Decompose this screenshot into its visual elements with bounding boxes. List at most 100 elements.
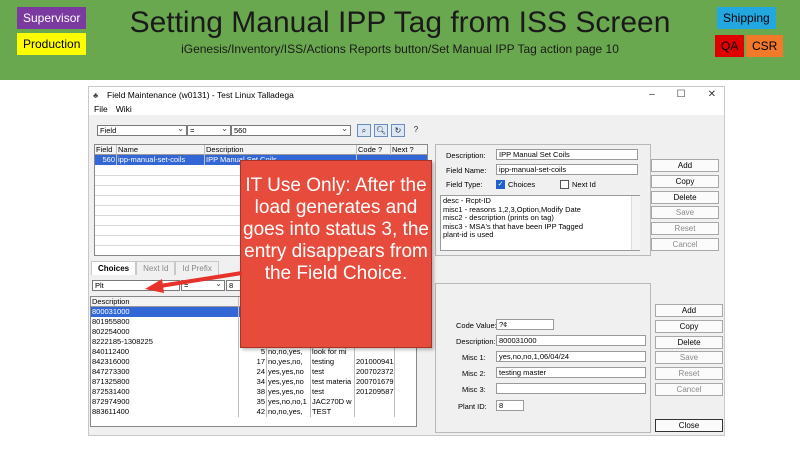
- filter-operator-select[interactable]: =: [187, 125, 231, 136]
- shipping-tag: Shipping: [717, 7, 776, 29]
- memo-scrollbar[interactable]: [631, 196, 640, 250]
- choice-save-button[interactable]: Save: [655, 351, 723, 364]
- choice-cell-num: 24: [239, 367, 267, 377]
- choice-cell-date: 201209587: [356, 387, 395, 397]
- misc1-label: Misc 1:: [462, 353, 486, 362]
- table-row[interactable]: 840112400 5 no,no,yes, look for mi: [91, 347, 416, 357]
- menu-file[interactable]: File: [94, 104, 108, 114]
- filter-field-select[interactable]: Field: [97, 125, 187, 136]
- choice-cell-misc2: TEST: [311, 407, 355, 417]
- next-id-checkbox[interactable]: [560, 180, 569, 189]
- choice-cell-misc1: no,no,yes,: [267, 407, 311, 417]
- col-choice-description[interactable]: Description: [91, 297, 239, 307]
- table-row[interactable]: 871325800 34 yes,yes,no test materia 2007016…: [91, 377, 416, 387]
- tab-id-prefix[interactable]: Id Prefix: [175, 261, 219, 275]
- menu-wiki[interactable]: Wiki: [116, 104, 132, 114]
- minimize-icon[interactable]: –: [649, 89, 655, 100]
- search-icon[interactable]: 🔍︎: [374, 124, 388, 137]
- choice-cell-misc1: yes,yes,no: [267, 377, 311, 387]
- choices-checkbox[interactable]: ✓: [496, 180, 505, 189]
- col-name[interactable]: Name: [117, 145, 205, 155]
- tab-next-id[interactable]: Next Id: [136, 261, 176, 275]
- choice-cell-misc1: yes,yes,no: [267, 387, 311, 397]
- window-title: Field Maintenance (w0131) - Test Linux T…: [107, 90, 294, 100]
- cancel-button[interactable]: Cancel: [651, 238, 719, 251]
- detail-tabs: Choices Next Id Id Prefix: [91, 261, 219, 275]
- misc2-label: Misc 2:: [462, 369, 486, 378]
- plant-id-label: Plant ID:: [458, 402, 487, 411]
- field-name-field[interactable]: ipp-manual-set-coils: [496, 164, 638, 175]
- choice-cell-misc1: yes,yes,no: [267, 367, 311, 377]
- choice-cell-desc: 842316000: [91, 357, 239, 367]
- choice-cell-num: 5: [239, 347, 267, 357]
- tab-choices[interactable]: Choices: [91, 261, 137, 275]
- choice-delete-button[interactable]: Delete: [655, 336, 723, 349]
- choice-cell-date: 201000941: [356, 357, 395, 367]
- table-row[interactable]: 847273300 24 yes,yes,no test 200702372: [91, 367, 416, 377]
- it-use-callout: IT Use Only: After the load generates an…: [240, 160, 432, 348]
- copy-button[interactable]: Copy: [651, 175, 719, 188]
- filter-value-input[interactable]: 560: [231, 125, 351, 136]
- choice-filter-operator-select[interactable]: =: [181, 280, 225, 291]
- choice-filter-field-select[interactable]: Plt: [92, 280, 180, 291]
- table-row[interactable]: 872531400 38 yes,yes,no test 201209587: [91, 387, 416, 397]
- choice-cell-desc: 872974900: [91, 397, 239, 407]
- binoculars-icon[interactable]: ⌕: [357, 124, 371, 137]
- choice-cell-misc1: no,no,yes,: [267, 347, 311, 357]
- choice-cell-misc2: look for mi: [311, 347, 355, 357]
- code-value-field[interactable]: ?¢: [496, 319, 554, 330]
- choice-cell-misc2: test: [311, 367, 355, 377]
- misc3-field[interactable]: [496, 383, 646, 394]
- field-type-label: Field Type:: [446, 180, 483, 189]
- plant-id-field[interactable]: 8: [496, 400, 524, 411]
- choice-cell-date: [355, 397, 395, 407]
- choice-cell-misc2: testing: [311, 357, 355, 367]
- table-row[interactable]: 842316000 17 no,yes,no, testing 201000941: [91, 357, 416, 367]
- choice-cell-desc: 801955800: [91, 317, 239, 327]
- choice-cell-num: 38: [239, 387, 267, 397]
- col-next[interactable]: Next ?: [391, 145, 427, 155]
- col-description[interactable]: Description: [205, 145, 357, 155]
- choice-cell-desc: 847273300: [91, 367, 239, 377]
- choice-cancel-button[interactable]: Cancel: [655, 383, 723, 396]
- choice-cell-desc: 8222185-1308225: [91, 337, 239, 347]
- field-notes-memo[interactable]: desc - Rcpt-ID misc1 - reasons 1,2,3,Opt…: [440, 195, 640, 251]
- table-row[interactable]: 883611400 42 no,no,yes, TEST: [91, 407, 416, 417]
- misc2-field[interactable]: testing master: [496, 367, 646, 378]
- refresh-icon[interactable]: ↻: [391, 124, 405, 137]
- csr-tag: CSR: [746, 35, 784, 57]
- choice-copy-button[interactable]: Copy: [655, 320, 723, 333]
- maximize-icon[interactable]: ☐: [677, 89, 686, 100]
- reset-button[interactable]: Reset: [651, 222, 719, 235]
- choice-cell-misc2: test materia: [311, 377, 355, 387]
- choice-cell-desc: 871325800: [91, 377, 239, 387]
- choice-add-button[interactable]: Add: [655, 304, 723, 317]
- app-icon: ♣: [93, 91, 99, 100]
- choice-cell-misc2: test: [311, 387, 355, 397]
- delete-button[interactable]: Delete: [651, 191, 719, 204]
- window-titlebar: ♣ Field Maintenance (w0131) - Test Linux…: [89, 87, 724, 103]
- choice-description-label: Description:: [456, 337, 496, 346]
- add-button[interactable]: Add: [651, 159, 719, 172]
- slide-title: Setting Manual IPP Tag from ISS Screen: [129, 6, 671, 39]
- slide-header: Setting Manual IPP Tag from ISS Screen i…: [0, 0, 800, 80]
- save-button[interactable]: Save: [651, 206, 719, 219]
- close-icon[interactable]: ✕: [708, 89, 716, 100]
- choice-description-field[interactable]: 800031000: [496, 335, 646, 346]
- choice-cell-desc: 872531400: [91, 387, 239, 397]
- description-field[interactable]: IPP Manual Set Coils: [496, 149, 638, 160]
- close-button[interactable]: Close: [655, 419, 723, 432]
- misc1-field[interactable]: yes,no,no,1,06/04/24: [496, 351, 646, 362]
- qa-tag: QA: [715, 35, 745, 57]
- choice-cell-misc1: yes,no,no,1: [267, 397, 311, 407]
- col-field[interactable]: Field: [95, 145, 117, 155]
- choice-cell-misc1: no,yes,no,: [267, 357, 311, 367]
- table-row[interactable]: 872974900 35 yes,no,no,1 JAC270D w: [91, 397, 416, 407]
- choice-cell-misc2: JAC270D w: [311, 397, 355, 407]
- choice-cell-desc: 840112400: [91, 347, 239, 357]
- help-icon[interactable]: ?: [409, 124, 423, 137]
- choice-reset-button[interactable]: Reset: [655, 367, 723, 380]
- choice-cell-date: 200702372: [356, 367, 395, 377]
- field-grid-header: Field Name Description Code ? Next ?: [95, 145, 427, 155]
- col-code[interactable]: Code ?: [357, 145, 391, 155]
